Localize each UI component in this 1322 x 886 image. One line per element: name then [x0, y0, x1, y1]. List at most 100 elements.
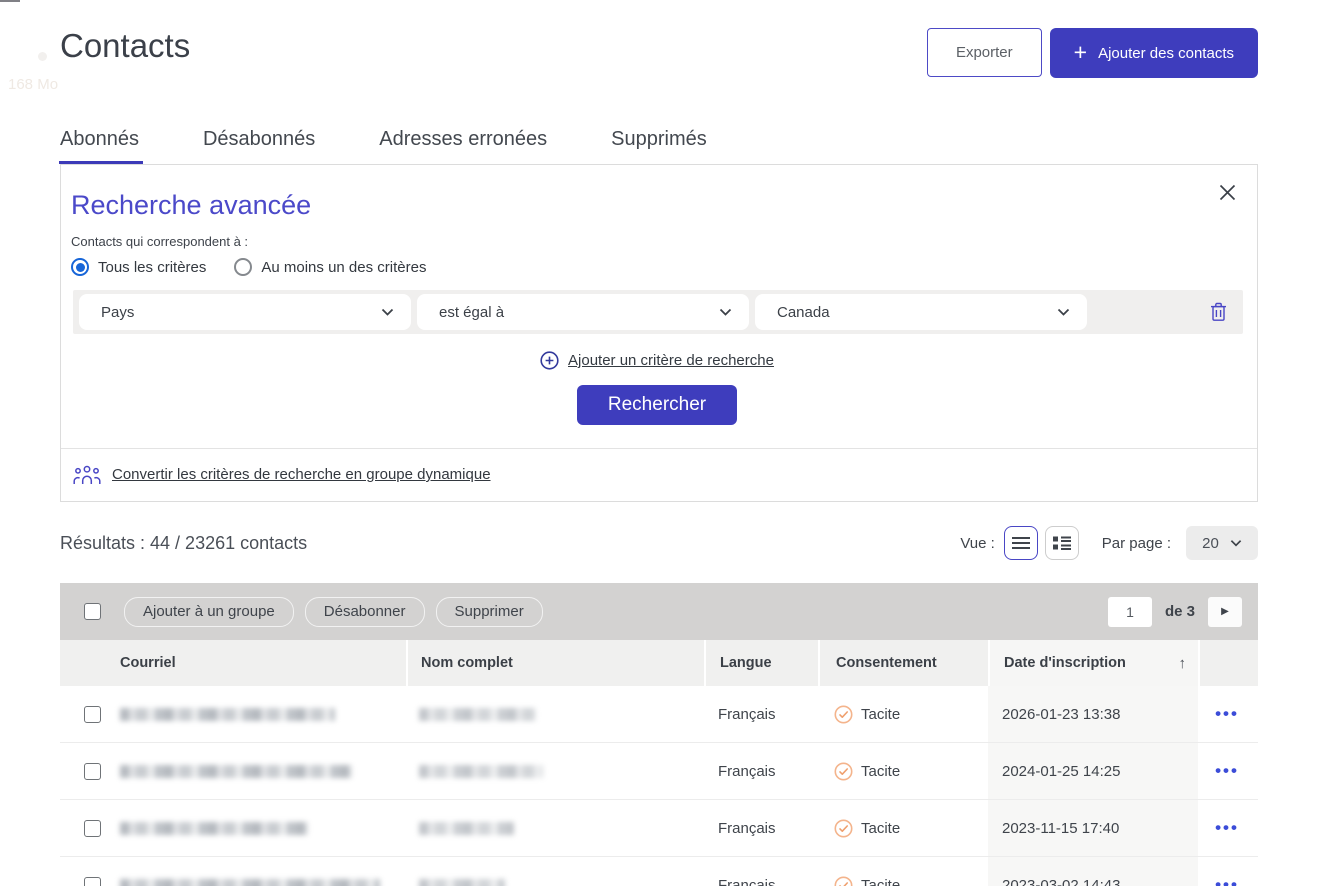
delete-button[interactable]: Supprimer [436, 597, 543, 627]
row-actions-menu-icon[interactable]: ••• [1215, 818, 1239, 838]
per-page-label: Par page : [1102, 535, 1171, 552]
per-page-select[interactable]: 20 [1186, 526, 1258, 560]
radio-unselected-icon [234, 258, 252, 276]
header-langue[interactable]: Langue [704, 640, 818, 686]
email-cell [108, 800, 406, 856]
criteria-field-select[interactable]: Pays [79, 294, 411, 330]
consent-check-circle-icon [834, 876, 853, 886]
header-date-inscription[interactable]: Date d'inscription ↑ [988, 640, 1198, 686]
consent-check-circle-icon [834, 705, 853, 724]
plus-icon: + [1074, 41, 1087, 64]
redacted-name [419, 879, 505, 886]
radio-any-criteria-label: Au moins un des critères [261, 259, 426, 276]
radio-all-criteria-label: Tous les critères [98, 259, 206, 276]
convert-to-dynamic-group-link[interactable]: Convertir les critères de recherche en g… [112, 466, 491, 483]
name-cell [406, 743, 704, 799]
advanced-search-panel: Recherche avancée Contacts qui correspon… [60, 164, 1258, 502]
table-toolbar: Ajouter à un groupe Désabonner Supprimer… [60, 583, 1258, 640]
add-contacts-button[interactable]: + Ajouter des contacts [1050, 28, 1258, 78]
email-cell [108, 857, 406, 886]
add-to-group-button[interactable]: Ajouter à un groupe [124, 597, 294, 627]
header-nom-complet[interactable]: Nom complet [406, 640, 704, 686]
card-view-icon [1053, 536, 1071, 550]
table-row: Français Tacite 2026-01-23 13:38 ••• [60, 686, 1258, 743]
page-title: Contacts [60, 27, 190, 65]
tab-adresses-erronees-label: Adresses erronées [379, 128, 547, 150]
unsubscribe-button[interactable]: Désabonner [305, 597, 425, 627]
table-row: Français Tacite 2024-01-25 14:25 ••• [60, 743, 1258, 800]
criteria-operator-value: est égal à [439, 304, 504, 321]
chevron-down-icon [381, 308, 394, 316]
chevron-down-icon [719, 308, 732, 316]
row-checkbox[interactable] [84, 820, 101, 837]
language-cell: Français [704, 857, 818, 886]
page-header: Contacts Exporter + Ajouter des contacts [60, 0, 1258, 78]
advanced-search-title: Recherche avancée [71, 190, 1243, 221]
redacted-email [120, 879, 380, 886]
tab-desabonnes-label: Désabonnés [203, 128, 315, 150]
export-button-label: Exporter [956, 44, 1013, 61]
unsubscribe-label: Désabonner [324, 603, 406, 620]
header-actions-column [1198, 640, 1256, 686]
tab-adresses-erronees[interactable]: Adresses erronées [379, 128, 547, 164]
consent-check-circle-icon [834, 819, 853, 838]
search-button[interactable]: Rechercher [577, 385, 737, 425]
sidebar-remnant-line [0, 0, 20, 2]
criteria-operator-select[interactable]: est égal à [417, 294, 749, 330]
contacts-page: 168 Mo Contacts Exporter + Ajouter des c… [0, 0, 1322, 886]
name-cell [406, 686, 704, 742]
row-actions-menu-icon[interactable]: ••• [1215, 704, 1239, 724]
sidebar-remnant-dot [38, 52, 47, 61]
row-checkbox[interactable] [84, 763, 101, 780]
select-all-checkbox[interactable] [84, 603, 101, 620]
tab-supprimes-label: Supprimés [611, 128, 707, 150]
redacted-email [120, 765, 352, 778]
consent-cell: Tacite [818, 743, 988, 799]
row-actions-menu-icon[interactable]: ••• [1215, 761, 1239, 781]
criteria-value-select[interactable]: Canada [755, 294, 1087, 330]
tab-supprimes[interactable]: Supprimés [611, 128, 707, 164]
tab-desabonnes[interactable]: Désabonnés [203, 128, 315, 164]
trash-icon[interactable] [1210, 302, 1227, 322]
match-criteria-label: Contacts qui correspondent à : [71, 234, 1243, 249]
consent-cell: Tacite [818, 686, 988, 742]
language-cell: Français [704, 686, 818, 742]
language-cell: Français [704, 743, 818, 799]
row-checkbox[interactable] [84, 706, 101, 723]
redacted-email [120, 708, 335, 721]
header-checkbox-column [60, 640, 108, 686]
radio-any-criteria[interactable]: Au moins un des critères [234, 258, 426, 276]
results-bar: Résultats : 44 / 23261 contacts Vue : Pa… [60, 525, 1258, 561]
next-page-button[interactable]: ▶ [1208, 597, 1242, 627]
header-courriel[interactable]: Courriel [108, 640, 406, 686]
row-actions-menu-icon[interactable]: ••• [1215, 875, 1239, 886]
row-checkbox[interactable] [84, 877, 101, 886]
email-cell [108, 743, 406, 799]
card-view-button[interactable] [1045, 526, 1079, 560]
add-criteria-link[interactable]: Ajouter un critère de recherche [568, 352, 774, 369]
tab-abonnes[interactable]: Abonnés [60, 128, 139, 164]
email-cell [108, 686, 406, 742]
group-people-icon [73, 464, 101, 485]
tab-abonnes-label: Abonnés [60, 128, 139, 150]
view-label: Vue : [960, 535, 994, 552]
add-to-group-label: Ajouter à un groupe [143, 603, 275, 620]
delete-label: Supprimer [455, 603, 524, 620]
list-view-button[interactable] [1004, 526, 1038, 560]
table-row: Français Tacite 2023-03-02 14:43 ••• [60, 857, 1258, 886]
language-cell: Français [704, 800, 818, 856]
close-icon[interactable] [1219, 184, 1236, 201]
radio-all-criteria[interactable]: Tous les critères [71, 258, 206, 276]
page-number-input[interactable] [1108, 597, 1152, 627]
criteria-value-value: Canada [777, 304, 830, 321]
consent-label: Tacite [861, 706, 900, 723]
name-cell [406, 800, 704, 856]
contacts-tabs: Abonnés Désabonnés Adresses erronées Sup… [60, 128, 1258, 164]
per-page-value: 20 [1202, 535, 1219, 552]
consent-label: Tacite [861, 763, 900, 780]
sort-ascending-icon[interactable]: ↑ [1179, 655, 1187, 672]
export-button[interactable]: Exporter [927, 28, 1042, 77]
header-consentement[interactable]: Consentement [818, 640, 988, 686]
consent-check-circle-icon [834, 762, 853, 781]
date-cell: 2026-01-23 13:38 [988, 686, 1198, 742]
